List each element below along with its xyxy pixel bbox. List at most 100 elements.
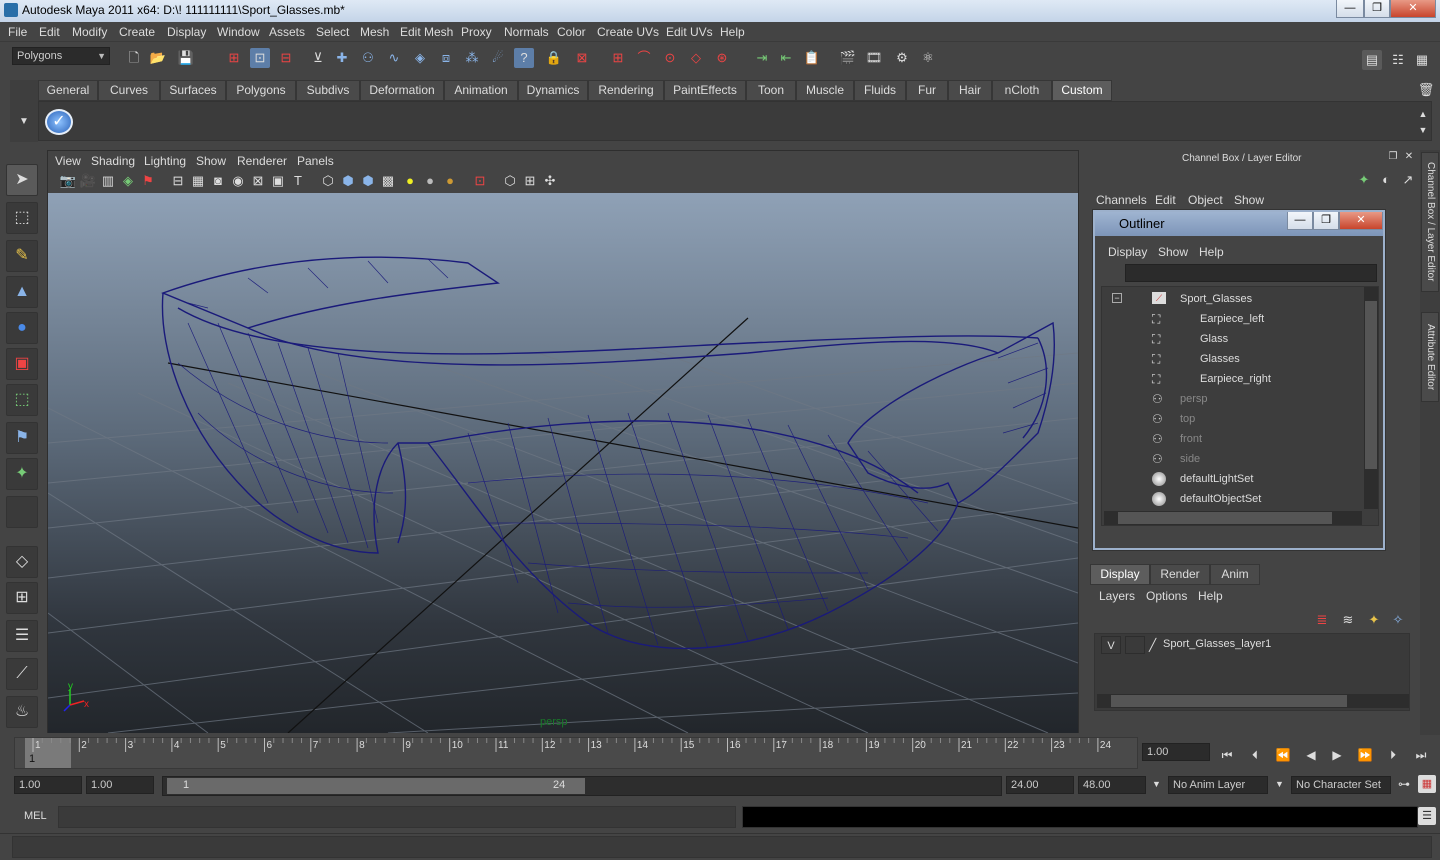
mel-label[interactable]: MEL: [24, 810, 47, 822]
construction-history-icon[interactable]: 📋: [802, 48, 822, 68]
four-view-layout-icon[interactable]: ⊞: [6, 582, 38, 614]
new-empty-layer-icon[interactable]: ✦: [1364, 610, 1384, 630]
shelf-tab-surfaces[interactable]: Surfaces: [160, 80, 226, 101]
high-quality-icon[interactable]: ✣: [540, 171, 560, 191]
shelf-tab-general[interactable]: General: [38, 80, 98, 101]
shelf-tab-animation[interactable]: Animation: [444, 80, 518, 101]
checkmark-shelf-icon[interactable]: ✓: [45, 109, 73, 135]
grid-toggle-icon[interactable]: ⊟: [168, 171, 188, 191]
cb-menu-edit[interactable]: Edit: [1155, 193, 1176, 207]
vp-menu-lighting[interactable]: Lighting: [144, 154, 186, 168]
move-layer-down-icon[interactable]: ≋: [1338, 610, 1358, 630]
outliner-item-glasses[interactable]: ⛶ Glasses: [1102, 349, 1362, 369]
close-button[interactable]: ✕: [1390, 0, 1436, 18]
curve-mask-icon[interactable]: ∿: [384, 48, 404, 68]
show-tool-settings-icon[interactable]: ☷: [1388, 50, 1408, 70]
shelf-tab-toon[interactable]: Toon: [746, 80, 796, 101]
outliner-item-front[interactable]: ⚇ front: [1102, 429, 1362, 449]
field-chart-icon[interactable]: ⊠: [248, 171, 268, 191]
outliner-item-side[interactable]: ⚇ side: [1102, 449, 1362, 469]
time-slider-track[interactable]: 1 2 3 4 5 6 7 8 9 10 11 12 13 14 15 16 17 18 19 20 21 22 23 24 …: [14, 737, 1138, 769]
layer-tab-anim[interactable]: Anim: [1210, 564, 1260, 585]
outliner-layout-icon[interactable]: ☰: [6, 620, 38, 652]
default-lighting-icon[interactable]: ●: [400, 171, 420, 191]
menu-normals[interactable]: Normals: [504, 25, 549, 39]
playback-start-field[interactable]: 1.00: [86, 776, 154, 794]
layer-name[interactable]: Sport_Glasses_layer1: [1163, 638, 1271, 650]
select-object-icon[interactable]: ⊡: [250, 48, 270, 68]
layer-scroll-thumb[interactable]: [1111, 695, 1347, 707]
chevron-down-icon[interactable]: ▼: [1275, 779, 1284, 789]
menu-display[interactable]: Display: [167, 25, 206, 39]
output-ops-icon[interactable]: ⇤: [776, 48, 796, 68]
animation-end-field[interactable]: 48.00: [1078, 776, 1146, 794]
shelf-tab-custom[interactable]: Custom: [1052, 80, 1112, 101]
handle-mask-icon[interactable]: ✚: [332, 48, 352, 68]
render-frame-icon[interactable]: 🎬: [838, 48, 858, 68]
all-lights-icon[interactable]: ●: [420, 171, 440, 191]
single-view-layout-icon[interactable]: ◇: [6, 546, 38, 578]
character-set-dropdown[interactable]: No Character Set: [1291, 776, 1391, 794]
scale-tool-icon[interactable]: ▣: [6, 348, 38, 380]
camera-attributes-icon[interactable]: 🎥: [78, 171, 98, 191]
wireframe-shading-icon[interactable]: ⬡: [318, 171, 338, 191]
render-settings-icon[interactable]: ⚙: [892, 48, 912, 68]
menu-color[interactable]: Color: [557, 25, 586, 39]
select-tool-icon[interactable]: ➤: [6, 164, 38, 196]
vp-menu-view[interactable]: View: [55, 154, 81, 168]
trash-icon[interactable]: 🗑: [1416, 80, 1436, 100]
outliner-vscroll-thumb[interactable]: [1365, 301, 1377, 469]
side-tab-attribute-editor[interactable]: Attribute Editor: [1421, 312, 1439, 402]
outliner-item-top[interactable]: ⚇ top: [1102, 409, 1362, 429]
graph-layout-icon[interactable]: ⟋: [6, 658, 38, 690]
manipulator-tool-icon[interactable]: ⬚: [6, 384, 38, 416]
make-live-icon[interactable]: ⊛: [712, 48, 732, 68]
shelf-scroll-down-icon[interactable]: ▼: [1413, 120, 1433, 140]
safe-title-icon[interactable]: T: [288, 171, 308, 191]
playback-end-field[interactable]: 24.00: [1006, 776, 1074, 794]
paint-select-tool-icon[interactable]: ✎: [6, 240, 38, 272]
side-tab-channel-box[interactable]: Channel Box / Layer Editor: [1421, 152, 1439, 292]
cb-menu-show[interactable]: Show: [1234, 193, 1264, 207]
shelf-options-icon[interactable]: ▼: [14, 112, 34, 132]
outliner-vscrollbar[interactable]: [1364, 287, 1378, 509]
outliner-filter-input[interactable]: [1125, 264, 1377, 282]
menu-edit-uvs[interactable]: Edit UVs: [666, 25, 713, 39]
menu-mesh[interactable]: Mesh: [360, 25, 389, 39]
le-menu-options[interactable]: Options: [1146, 589, 1187, 603]
misc-mask-icon[interactable]: ?: [514, 48, 534, 68]
cb-menu-object[interactable]: Object: [1188, 193, 1223, 207]
open-scene-icon[interactable]: 📂: [148, 48, 168, 68]
shelf-tab-subdivs[interactable]: Subdivs: [296, 80, 360, 101]
mask-dropdown-icon[interactable]: ⊻: [308, 48, 328, 68]
layer-type-toggle[interactable]: [1125, 636, 1145, 654]
shadows-icon[interactable]: ●: [440, 171, 460, 191]
channel-box-manip-icon[interactable]: ◐: [1376, 170, 1396, 190]
menu-edit-mesh[interactable]: Edit Mesh: [400, 25, 453, 39]
dynamics-mask-icon[interactable]: ⁂: [462, 48, 482, 68]
shelf-tab-fluids[interactable]: Fluids: [854, 80, 906, 101]
key-icon[interactable]: ⊶: [1398, 777, 1410, 791]
outliner-item-earpiece-right[interactable]: ⛶ Earpiece_right: [1102, 369, 1362, 389]
outliner-hscrollbar[interactable]: [1104, 511, 1362, 525]
ipr-render-icon[interactable]: 🎞: [864, 48, 884, 68]
maximize-button[interactable]: ❐: [1364, 0, 1390, 18]
outliner-item-default-object-set[interactable]: defaultObjectSet: [1102, 489, 1362, 509]
vp-menu-renderer[interactable]: Renderer: [237, 154, 287, 168]
current-time-field[interactable]: 1.00: [1142, 743, 1210, 761]
outliner-item-earpiece-left[interactable]: ⛶ Earpiece_left: [1102, 309, 1362, 329]
vp-menu-show[interactable]: Show: [196, 154, 226, 168]
step-forward-key-button[interactable]: ⏩: [1354, 745, 1376, 765]
snap-curve-icon[interactable]: ⌒: [634, 48, 654, 68]
le-menu-help[interactable]: Help: [1198, 589, 1223, 603]
menu-modify[interactable]: Modify: [72, 25, 107, 39]
snap-point-icon[interactable]: ⊙: [660, 48, 680, 68]
range-slider-bar[interactable]: 1 24: [167, 778, 585, 794]
surface-mask-icon[interactable]: ◈: [410, 48, 430, 68]
lock-selection-icon[interactable]: 🔒: [544, 48, 564, 68]
channel-box-speed-icon[interactable]: ↗: [1398, 170, 1418, 190]
chevron-down-icon[interactable]: ▼: [1152, 779, 1161, 789]
le-menu-layers[interactable]: Layers: [1099, 589, 1135, 603]
soft-mod-tool-icon[interactable]: ⚑: [6, 422, 38, 454]
go-to-start-button[interactable]: ⏮: [1216, 745, 1238, 765]
